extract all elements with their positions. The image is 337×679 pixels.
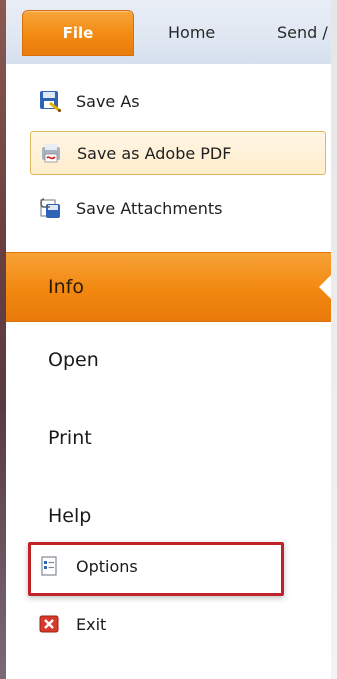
exit-label: Exit — [76, 614, 107, 634]
save-attachments-label: Save Attachments — [76, 198, 223, 218]
save-attachments-button[interactable]: Save Attachments — [30, 187, 324, 229]
adobe-pdf-icon — [39, 141, 63, 165]
selection-pointer — [319, 275, 331, 299]
nav-info-label: Info — [48, 276, 84, 298]
save-as-adobe-pdf-button[interactable]: Save as Adobe PDF — [30, 131, 326, 175]
options-button[interactable]: Options — [38, 546, 278, 586]
ribbon-tab-strip: File Home Send / — [6, 0, 331, 65]
nav-help[interactable]: Help — [48, 496, 298, 536]
options-label: Options — [76, 556, 138, 576]
tab-home[interactable]: Home — [168, 10, 215, 54]
save-as-button[interactable]: Save As — [30, 80, 324, 122]
save-as-label: Save As — [76, 91, 140, 111]
right-edge — [331, 0, 337, 679]
tab-send[interactable]: Send / — [277, 10, 328, 54]
outlook-backstage-file-menu: File Home Send / Save As Save as Adobe P… — [0, 0, 337, 679]
tab-file-label: File — [62, 24, 94, 42]
exit-button[interactable]: Exit — [38, 604, 278, 644]
save-attachments-icon — [38, 196, 62, 220]
nav-info-selected[interactable]: Info — [6, 252, 331, 322]
nav-open[interactable]: Open — [48, 340, 298, 380]
tab-file[interactable]: File — [22, 10, 134, 56]
backstage-menu: Save As Save as Adobe PDF Save Attachmen… — [6, 64, 331, 679]
save-as-icon — [38, 89, 62, 113]
exit-icon — [38, 613, 60, 635]
nav-print[interactable]: Print — [48, 418, 298, 458]
save-as-adobe-pdf-label: Save as Adobe PDF — [77, 143, 232, 163]
options-icon — [38, 555, 60, 577]
